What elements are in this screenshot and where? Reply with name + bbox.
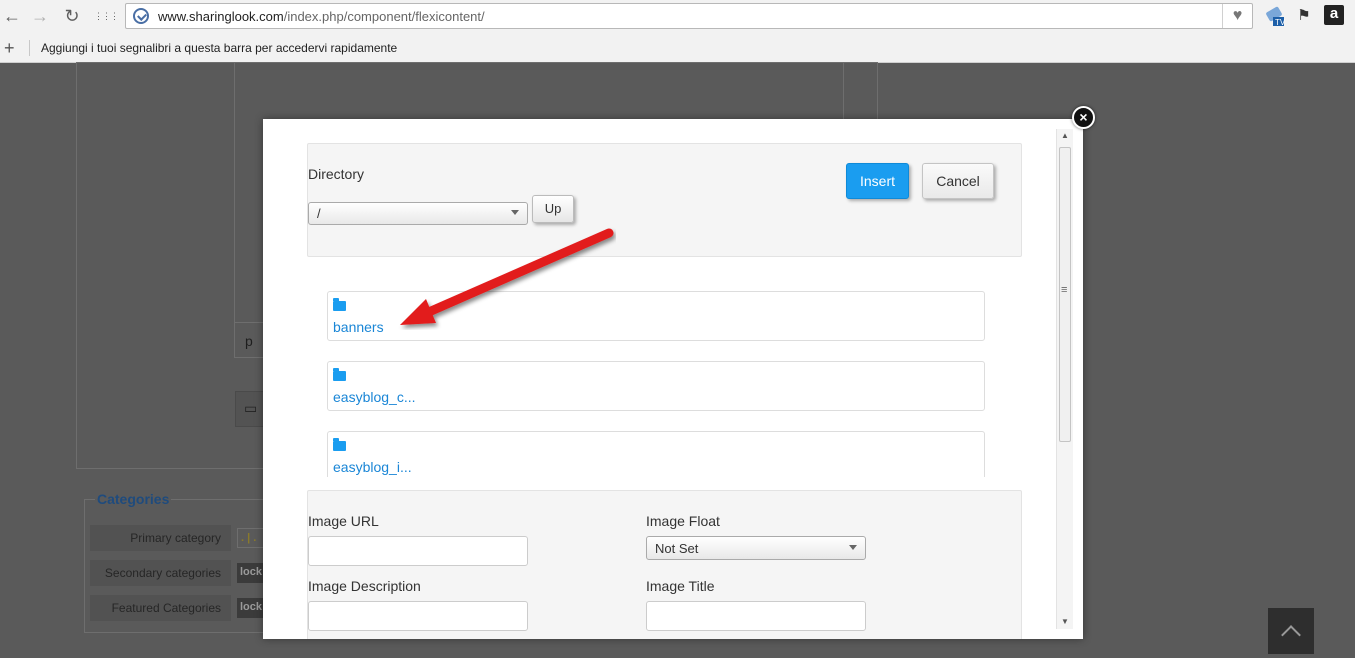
primary-category-select[interactable]: . | .: [237, 528, 265, 548]
folder-name[interactable]: banners: [333, 319, 384, 335]
image-description-label: Image Description: [308, 578, 421, 594]
url-domain: www.sharinglook.com: [158, 9, 284, 24]
cancel-button[interactable]: Cancel: [922, 163, 994, 199]
scroll-up-icon[interactable]: ▲: [1061, 131, 1069, 140]
image-description-input[interactable]: [308, 601, 528, 631]
image-manager-modal: Directory / Up Insert Cancel banners eas…: [263, 119, 1083, 639]
bookmark-manager-icon[interactable]: ⚑: [1293, 5, 1315, 27]
scroll-to-top-button[interactable]: [1268, 608, 1314, 654]
featured-categories-label: Featured Categories: [90, 595, 231, 621]
image-float-label: Image Float: [646, 513, 720, 529]
url-text[interactable]: www.sharinglook.com/index.php/component/…: [158, 9, 485, 24]
primary-category-label: Primary category: [90, 525, 231, 551]
bookmarks-hint-text: Aggiungi i tuoi segnalibri a questa barr…: [41, 41, 398, 55]
image-float-value: Not Set: [655, 541, 699, 556]
favorite-heart-icon[interactable]: ♥: [1222, 4, 1252, 28]
bookmarks-divider: [29, 40, 30, 56]
address-bar[interactable]: www.sharinglook.com/index.php/component/…: [125, 3, 1253, 29]
scroll-down-icon[interactable]: ▼: [1061, 617, 1069, 626]
modal-scrollbar[interactable]: ▲ ▼: [1056, 129, 1073, 629]
image-url-label: Image URL: [308, 513, 379, 529]
directory-select-value: /: [317, 206, 321, 221]
folder-icon: [333, 298, 346, 311]
extension-eraser-icon[interactable]: TV: [1264, 5, 1286, 27]
folder-icon: [333, 438, 346, 451]
up-button[interactable]: Up: [532, 195, 574, 223]
image-button[interactable]: [235, 391, 265, 427]
browser-toolbar: ← → ↻ ⋮⋮⋮ www.sharinglook.com/index.php/…: [0, 0, 1355, 33]
folder-item[interactable]: easyblog_c...: [327, 361, 985, 411]
add-bookmark-icon[interactable]: +: [4, 38, 15, 59]
site-info-icon[interactable]: [133, 8, 149, 24]
image-title-label: Image Title: [646, 578, 715, 594]
amazon-extension-icon[interactable]: a: [1324, 5, 1344, 25]
folder-name[interactable]: easyblog_i...: [333, 459, 412, 475]
apps-icon[interactable]: ⋮⋮⋮: [94, 4, 119, 28]
back-icon[interactable]: ←: [0, 4, 24, 28]
bookmarks-bar: + Aggiungi i tuoi segnalibri a questa ba…: [0, 33, 1355, 63]
folder-icon: [333, 368, 346, 381]
secondary-categories-lock-badge: lock: [237, 563, 265, 583]
editor-path-text: p: [245, 333, 253, 349]
categories-title: Categories: [95, 491, 172, 507]
url-path: /index.php/component/flexicontent/: [283, 9, 485, 24]
close-icon[interactable]: ×: [1072, 106, 1095, 129]
secondary-categories-label: Secondary categories: [90, 560, 231, 586]
featured-categories-lock-badge: lock: [237, 598, 265, 618]
scroll-thumb[interactable]: [1059, 147, 1071, 442]
image-float-select[interactable]: Not Set: [646, 536, 866, 560]
directory-label: Directory: [308, 166, 365, 182]
forward-icon[interactable]: →: [28, 4, 52, 28]
svg-text:TV: TV: [1275, 18, 1286, 27]
folder-item[interactable]: easyblog_i...: [327, 431, 985, 477]
reload-icon[interactable]: ↻: [60, 4, 84, 28]
chevron-down-icon: [511, 210, 519, 215]
image-title-input[interactable]: [646, 601, 866, 631]
folder-name[interactable]: easyblog_c...: [333, 389, 416, 405]
image-properties-panel: Image URL Image Float Not Set Image Desc…: [307, 490, 1022, 639]
directory-select[interactable]: /: [308, 202, 528, 225]
insert-button[interactable]: Insert: [846, 163, 909, 199]
annotation-arrow-icon: [400, 228, 614, 325]
image-url-input[interactable]: [308, 536, 528, 566]
chevron-down-icon: [849, 545, 857, 550]
